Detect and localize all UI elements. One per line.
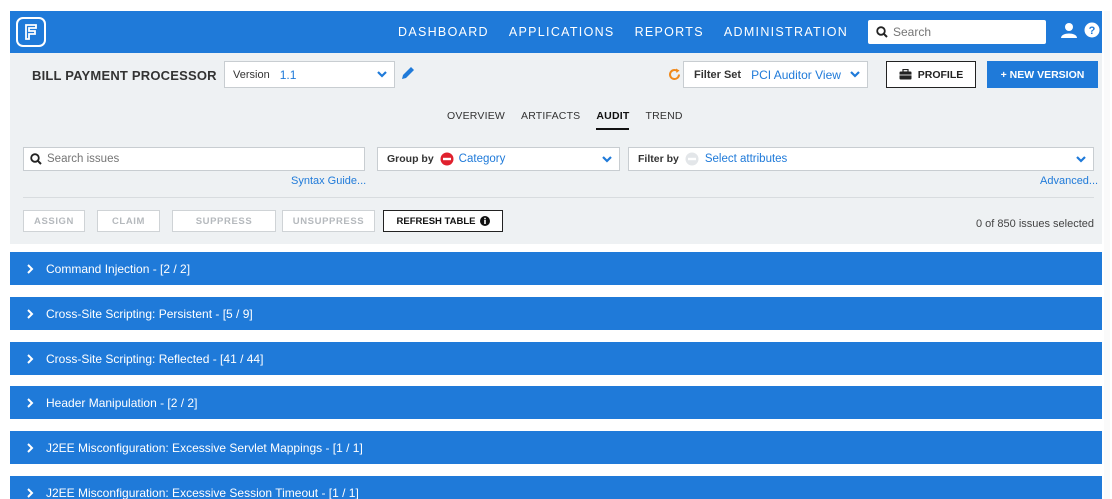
- category-row[interactable]: Cross-Site Scripting: Persistent - [5 / …: [10, 297, 1102, 330]
- category-row[interactable]: Cross-Site Scripting: Reflected - [41 / …: [10, 342, 1102, 375]
- search-icon: [876, 26, 888, 38]
- issue-search[interactable]: [23, 147, 365, 171]
- version-select[interactable]: Version 1.1: [224, 61, 395, 88]
- chevron-right-icon: [27, 263, 34, 274]
- filter-by-label: Filter by: [638, 153, 679, 165]
- selection-count: 0 of 850 issues selected: [976, 218, 1095, 230]
- chevron-right-icon: [27, 442, 34, 453]
- filter-by-select[interactable]: Filter by Select attributes: [628, 147, 1094, 171]
- category-row[interactable]: Command Injection - [2 / 2]: [10, 252, 1102, 285]
- category-label: Header Manipulation - [2 / 2]: [46, 395, 198, 410]
- unsuppress-button[interactable]: UNSUPPRESS: [282, 210, 375, 232]
- category-row[interactable]: Header Manipulation - [2 / 2]: [10, 386, 1102, 419]
- chevron-right-icon: [27, 353, 34, 364]
- nav-dashboard[interactable]: DASHBOARD: [398, 25, 489, 39]
- search-icon: [30, 153, 42, 165]
- top-icons: ?: [1060, 22, 1100, 38]
- nav-administration[interactable]: ADMINISTRATION: [724, 25, 848, 39]
- edit-pencil-icon[interactable]: [400, 65, 416, 81]
- chevron-down-icon: [602, 156, 612, 163]
- svg-text:?: ?: [1089, 25, 1096, 37]
- assign-button[interactable]: ASSIGN: [23, 210, 85, 232]
- info-icon: [479, 216, 490, 226]
- user-icon[interactable]: [1060, 22, 1078, 38]
- group-by-label: Group by: [387, 153, 434, 165]
- category-label: Cross-Site Scripting: Reflected - [41 / …: [46, 351, 264, 366]
- tab-artifacts[interactable]: ARTIFACTS: [521, 110, 580, 130]
- chevron-down-icon: [850, 71, 860, 78]
- app-title: BILL PAYMENT PROCESSOR: [32, 68, 217, 83]
- refresh-icon[interactable]: [668, 68, 681, 81]
- category-label: J2EE Misconfiguration: Excessive Session…: [46, 485, 359, 499]
- tab-list: OVERVIEW ARTIFACTS AUDIT TREND: [447, 110, 699, 130]
- profile-button[interactable]: PROFILE: [886, 61, 976, 88]
- divider: [23, 197, 1094, 198]
- sub-nav: OVERVIEW ARTIFACTS AUDIT TREND: [10, 98, 1102, 134]
- chevron-down-icon: [377, 71, 387, 78]
- new-version-button[interactable]: + NEW VERSION: [987, 61, 1098, 88]
- category-label: Command Injection - [2 / 2]: [46, 261, 191, 276]
- logo-icon[interactable]: [16, 17, 46, 47]
- category-row[interactable]: J2EE Misconfiguration: Excessive Servlet…: [10, 431, 1102, 464]
- refresh-table-button[interactable]: REFRESH TABLE: [383, 210, 503, 232]
- chevron-right-icon: [27, 397, 34, 408]
- briefcase-icon: [899, 69, 912, 80]
- filter-set-label: Filter Set: [694, 68, 742, 81]
- page-scrollbar[interactable]: [1104, 11, 1110, 499]
- issue-search-input[interactable]: [47, 153, 347, 165]
- version-label: Version: [233, 68, 270, 81]
- filter-set-select[interactable]: Filter Set PCI Auditor View: [683, 61, 868, 88]
- claim-button[interactable]: CLAIM: [97, 210, 160, 232]
- remove-icon[interactable]: [440, 152, 454, 166]
- chevron-right-icon: [27, 308, 34, 319]
- main-nav: DASHBOARD APPLICATIONS REPORTS ADMINISTR…: [398, 11, 868, 53]
- category-label: J2EE Misconfiguration: Excessive Servlet…: [46, 440, 363, 455]
- version-value: 1.1: [279, 67, 297, 82]
- group-by-select[interactable]: Group by Category: [377, 147, 620, 171]
- help-icon[interactable]: ?: [1084, 22, 1100, 38]
- chevron-down-icon: [1076, 156, 1086, 163]
- suppress-button[interactable]: SUPPRESS: [172, 210, 276, 232]
- tab-trend[interactable]: TREND: [645, 110, 682, 130]
- group-by-value: Category: [458, 153, 506, 165]
- audit-filter-panel: Syntax Guide... Group by Category Filter…: [10, 134, 1102, 244]
- category-label: Cross-Site Scripting: Persistent - [5 / …: [46, 306, 253, 321]
- nav-applications[interactable]: APPLICATIONS: [509, 25, 615, 39]
- app-header: BILL PAYMENT PROCESSOR Version 1.1 Filte…: [10, 53, 1102, 98]
- profile-button-label: PROFILE: [917, 68, 964, 81]
- syntax-guide-link[interactable]: Syntax Guide...: [291, 175, 366, 187]
- top-nav-bar: DASHBOARD APPLICATIONS REPORTS ADMINISTR…: [10, 11, 1102, 53]
- tab-audit[interactable]: AUDIT: [596, 110, 630, 130]
- refresh-table-label: REFRESH TABLE: [396, 215, 476, 227]
- new-version-label: + NEW VERSION: [1000, 68, 1085, 81]
- remove-icon: [685, 152, 699, 166]
- tab-overview[interactable]: OVERVIEW: [447, 110, 505, 130]
- filter-set-value: PCI Auditor View: [751, 67, 841, 82]
- nav-reports[interactable]: REPORTS: [635, 25, 704, 39]
- chevron-right-icon: [27, 487, 34, 498]
- category-row[interactable]: J2EE Misconfiguration: Excessive Session…: [10, 476, 1102, 499]
- filter-by-value: Select attributes: [704, 153, 788, 165]
- advanced-filter-link[interactable]: Advanced...: [1040, 175, 1098, 187]
- global-search-input[interactable]: [893, 25, 1033, 39]
- global-search[interactable]: [868, 20, 1046, 44]
